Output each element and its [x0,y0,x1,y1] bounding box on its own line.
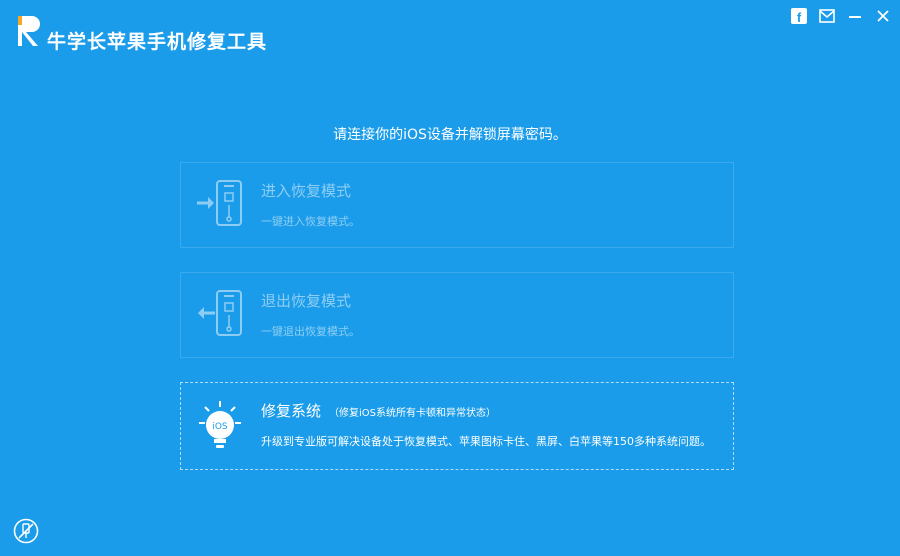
exit-recovery-icon [198,290,242,336]
repair-system-title-text: 修复系统 [261,402,322,420]
enter-recovery-title: 进入恢复模式 [261,182,352,200]
mail-icon[interactable] [818,7,836,25]
connect-prompt: 请连接你的iOS设备并解锁屏幕密码。 [333,127,567,143]
exit-recovery-title: 退出恢复模式 [261,292,352,310]
facebook-icon[interactable]: f [790,7,808,25]
close-icon[interactable] [874,7,892,25]
ios-bulb-icon: iOS [199,401,241,448]
repair-system-card[interactable]: iOS 修复系统 （修复iOS系统所有卡顿和异常状态） 升级到专业版可解决设备处于… [180,382,734,470]
repair-system-hint: （修复iOS系统所有卡顿和异常状态） [329,408,497,419]
repair-system-title: 修复系统 （修复iOS系统所有卡顿和异常状态） [261,400,496,421]
device-disconnected-icon[interactable] [13,518,39,544]
minimize-icon[interactable] [846,7,864,25]
svg-text:f: f [797,10,802,24]
svg-text:iOS: iOS [212,422,228,432]
enter-recovery-card[interactable]: 进入恢复模式 一键进入恢复模式。 [180,162,734,248]
exit-recovery-card[interactable]: 退出恢复模式 一键退出恢复模式。 [180,272,734,358]
window-controls: f [790,7,892,25]
exit-recovery-subtitle: 一键退出恢复模式。 [261,325,360,338]
app-logo [18,16,40,46]
app-title: 牛学长苹果手机修复工具 [47,31,268,53]
enter-recovery-icon [197,180,242,226]
repair-system-subtitle: 升级到专业版可解决设备处于恢复模式、苹果图标卡住、黑屏、白苹果等150多种系统问… [261,435,711,448]
enter-recovery-subtitle: 一键进入恢复模式。 [261,215,360,228]
